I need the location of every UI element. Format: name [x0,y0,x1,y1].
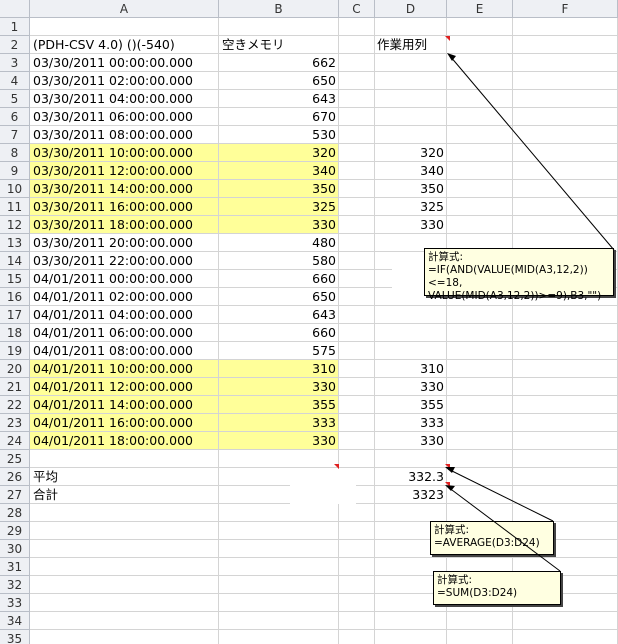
arrow-head-note1 [447,53,456,61]
spreadsheet[interactable]: A B C D E F 1 2 3 4 5 6 7 8 9 10 11 12 13 14 15 16 17 18 19 20 21 2… [0,0,618,644]
arrow-note1 [449,55,615,251]
arrow-note2 [447,468,554,522]
arrow-head-note3 [445,485,455,491]
comment-arrows [445,53,615,572]
arrow-note3 [447,486,561,572]
